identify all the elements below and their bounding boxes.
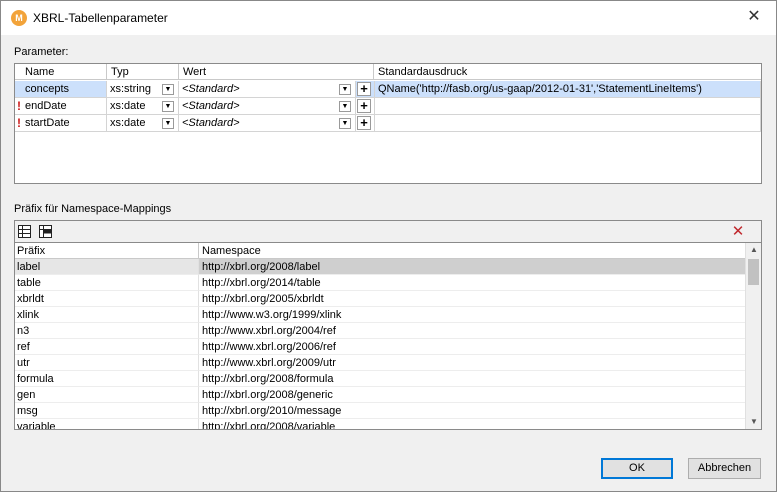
namespace-cell[interactable]: http://xbrl.org/2010/message — [199, 403, 746, 419]
namespace-row[interactable]: variable http://xbrl.org/2008/variable — [15, 419, 746, 429]
parameter-name: concepts — [15, 81, 107, 98]
ok-button[interactable]: OK — [601, 458, 673, 479]
parameter-name: ! startDate — [15, 115, 107, 132]
namespace-table-header: Präfix Namespace — [15, 243, 746, 259]
add-cell: + — [356, 115, 374, 132]
value-dropdown-icon[interactable]: ▼ — [339, 101, 351, 112]
prefix-cell[interactable]: n3 — [15, 323, 199, 339]
insert-row-icon — [39, 225, 52, 238]
namespace-cell[interactable]: http://xbrl.org/2008/generic — [199, 387, 746, 403]
column-prefix: Präfix — [15, 243, 199, 259]
value-select[interactable]: <Standard> ▼ — [179, 115, 356, 132]
vertical-scrollbar[interactable]: ▲ ▼ — [745, 243, 761, 429]
parameter-label: Parameter: — [14, 46, 69, 58]
namespace-label: Präfix für Namespace-Mappings — [14, 203, 172, 215]
add-value-button[interactable]: + — [357, 82, 371, 96]
namespace-cell[interactable]: http://xbrl.org/2008/formula — [199, 371, 746, 387]
window-title: XBRL-Tabellenparameter — [33, 11, 168, 25]
namespace-cell[interactable]: http://www.w3.org/1999/xlink — [199, 307, 746, 323]
parameter-table: Name Typ Wert Standardausdruck concepts … — [14, 63, 762, 184]
prefix-cell[interactable]: variable — [15, 419, 199, 429]
namespace-table: Präfix Namespace label http://xbrl.org/2… — [14, 242, 762, 430]
prefix-cell[interactable]: gen — [15, 387, 199, 403]
column-namespace: Namespace — [202, 245, 261, 257]
type-dropdown-icon[interactable]: ▼ — [162, 118, 174, 129]
value-select[interactable]: <Standard> ▼ — [179, 81, 356, 98]
type-dropdown-icon[interactable]: ▼ — [162, 84, 174, 95]
value-dropdown-icon[interactable]: ▼ — [339, 118, 351, 129]
prefix-cell[interactable]: utr — [15, 355, 199, 371]
namespace-row[interactable]: gen http://xbrl.org/2008/generic — [15, 387, 746, 403]
type-dropdown-icon[interactable]: ▼ — [162, 101, 174, 112]
scroll-thumb[interactable] — [748, 259, 759, 285]
cancel-button[interactable]: Abbrechen — [688, 458, 761, 479]
scroll-up-icon[interactable]: ▲ — [746, 243, 761, 257]
prefix-cell[interactable]: xlink — [15, 307, 199, 323]
default-expression — [374, 115, 761, 132]
add-cell: + — [356, 81, 374, 98]
title-bar: M XBRL-Tabellenparameter ✕ — [1, 1, 776, 35]
add-value-button[interactable]: + — [357, 99, 371, 113]
namespace-cell[interactable]: http://www.xbrl.org/2004/ref — [199, 323, 746, 339]
value-select[interactable]: <Standard> ▼ — [179, 98, 356, 115]
namespace-row[interactable]: utr http://www.xbrl.org/2009/utr — [15, 355, 746, 371]
insert-row-button[interactable] — [37, 223, 55, 240]
prefix-cell[interactable]: label — [15, 259, 199, 275]
namespace-toolbar: ✕ — [14, 220, 762, 242]
prefix-cell[interactable]: formula — [15, 371, 199, 387]
namespace-row[interactable]: label http://xbrl.org/2008/label — [15, 259, 746, 275]
namespace-row[interactable]: table http://xbrl.org/2014/table — [15, 275, 746, 291]
type-select[interactable]: xs:date ▼ — [107, 98, 179, 115]
parameter-table-header: Name Typ Wert Standardausdruck — [15, 64, 761, 80]
scroll-down-icon[interactable]: ▼ — [746, 415, 761, 429]
namespace-cell[interactable]: http://xbrl.org/2008/label — [199, 259, 746, 275]
required-icon: ! — [17, 99, 21, 113]
namespace-row[interactable]: ref http://www.xbrl.org/2006/ref — [15, 339, 746, 355]
column-default-expression: Standardausdruck — [378, 66, 468, 78]
value-text: <Standard> — [182, 83, 240, 95]
column-type: Typ — [107, 64, 179, 80]
altova-app-icon: M — [11, 10, 27, 26]
prefix-cell[interactable]: table — [15, 275, 199, 291]
type-select[interactable]: xs:string ▼ — [107, 81, 179, 98]
namespace-row[interactable]: n3 http://www.xbrl.org/2004/ref — [15, 323, 746, 339]
namespace-row[interactable]: msg http://xbrl.org/2010/message — [15, 403, 746, 419]
namespace-cell[interactable]: http://xbrl.org/2005/xbrldt — [199, 291, 746, 307]
namespace-row[interactable]: formula http://xbrl.org/2008/formula — [15, 371, 746, 387]
add-cell: + — [356, 98, 374, 115]
value-dropdown-icon[interactable]: ▼ — [339, 84, 351, 95]
namespace-cell[interactable]: http://www.xbrl.org/2009/utr — [199, 355, 746, 371]
type-value: xs:date — [110, 100, 146, 112]
type-value: xs:date — [110, 117, 146, 129]
namespace-cell[interactable]: http://www.xbrl.org/2006/ref — [199, 339, 746, 355]
type-select[interactable]: xs:date ▼ — [107, 115, 179, 132]
delete-row-icon[interactable]: ✕ — [729, 223, 747, 240]
default-expression — [374, 98, 761, 115]
parameter-name: ! endDate — [15, 98, 107, 115]
parameter-row-enddate[interactable]: ! endDate xs:date ▼ <Standard> ▼ + — [15, 98, 761, 115]
dialog-window: M XBRL-Tabellenparameter ✕ Parameter: Na… — [0, 0, 777, 492]
parameter-row-concepts[interactable]: concepts xs:string ▼ <Standard> ▼ + QNam… — [15, 81, 761, 98]
column-name: Name — [15, 64, 107, 80]
column-value: Wert — [179, 64, 374, 80]
append-row-button[interactable] — [16, 223, 34, 240]
append-row-icon — [18, 225, 31, 238]
prefix-cell[interactable]: ref — [15, 339, 199, 355]
required-icon: ! — [17, 116, 21, 130]
namespace-row[interactable]: xbrldt http://xbrl.org/2005/xbrldt — [15, 291, 746, 307]
add-value-button[interactable]: + — [357, 116, 371, 130]
namespace-cell[interactable]: http://xbrl.org/2008/variable — [199, 419, 746, 429]
parameter-row-startdate[interactable]: ! startDate xs:date ▼ <Standard> ▼ + — [15, 115, 761, 132]
value-text: <Standard> — [182, 100, 240, 112]
namespace-row[interactable]: xlink http://www.w3.org/1999/xlink — [15, 307, 746, 323]
close-icon[interactable]: ✕ — [744, 7, 764, 27]
type-value: xs:string — [110, 83, 151, 95]
value-text: <Standard> — [182, 117, 240, 129]
prefix-cell[interactable]: xbrldt — [15, 291, 199, 307]
namespace-cell[interactable]: http://xbrl.org/2014/table — [199, 275, 746, 291]
prefix-cell[interactable]: msg — [15, 403, 199, 419]
default-expression: QName('http://fasb.org/us-gaap/2012-01-3… — [374, 81, 761, 98]
